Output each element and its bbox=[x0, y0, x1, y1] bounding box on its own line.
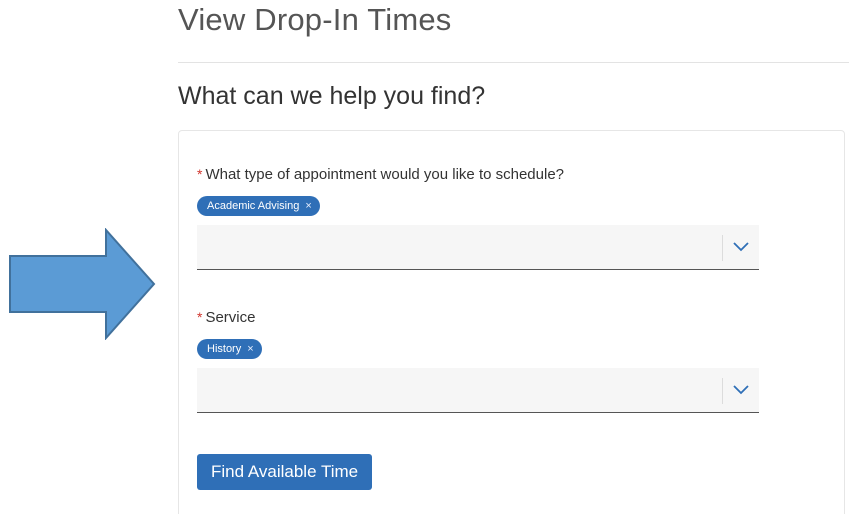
service-select[interactable] bbox=[197, 368, 759, 413]
chevron-down-icon[interactable] bbox=[732, 383, 750, 395]
appointment-type-chip-label: Academic Advising bbox=[207, 200, 300, 212]
service-chip-label: History bbox=[207, 343, 242, 355]
appointment-type-select[interactable] bbox=[197, 225, 759, 270]
chip-remove-icon[interactable]: × bbox=[305, 200, 311, 212]
appointment-type-label: * What type of appointment would you lik… bbox=[197, 164, 759, 184]
find-available-time-button[interactable]: Find Available Time bbox=[197, 454, 373, 490]
search-form-card: * What type of appointment would you lik… bbox=[178, 130, 845, 514]
annotation-arrow-shape bbox=[9, 228, 156, 340]
page-title: View Drop-In Times bbox=[178, 2, 452, 37]
required-indicator: * bbox=[197, 309, 203, 325]
required-indicator: * bbox=[197, 166, 203, 182]
drop-in-times-page: View Drop-In Times What can we help you … bbox=[0, 0, 849, 514]
section-heading: What can we help you find? bbox=[178, 82, 486, 110]
title-divider bbox=[178, 62, 849, 63]
select-divider bbox=[722, 235, 723, 261]
service-label-text: Service bbox=[205, 308, 256, 326]
appointment-type-label-text: What type of appointment would you like … bbox=[205, 165, 565, 183]
service-field: * Service History × bbox=[197, 307, 759, 413]
appointment-type-field: * What type of appointment would you lik… bbox=[197, 164, 759, 270]
annotation-arrow bbox=[9, 228, 156, 340]
service-chip: History × bbox=[197, 339, 262, 359]
service-label: * Service bbox=[197, 307, 759, 327]
chevron-down-icon[interactable] bbox=[732, 240, 750, 252]
chip-remove-icon[interactable]: × bbox=[247, 343, 253, 355]
appointment-type-chip: Academic Advising × bbox=[197, 196, 320, 216]
select-divider bbox=[722, 378, 723, 404]
